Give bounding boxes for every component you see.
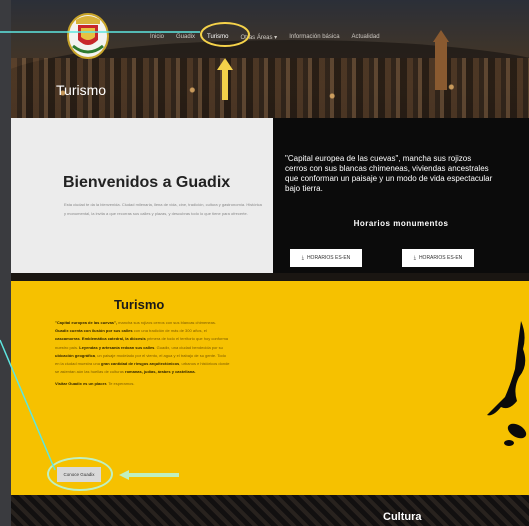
- text-bold: ubicación geográfica: [55, 352, 96, 358]
- welcome-text: Esta ciudad te da la bienvenida. Ciudad …: [64, 202, 262, 216]
- download-icon: ⤓: [301, 255, 304, 261]
- annotation-circle-turismo: [200, 22, 250, 47]
- nav-item-guadix[interactable]: Guadix: [170, 32, 201, 46]
- horarios-button-2-label: HORARIOS ES-EN: [418, 255, 463, 261]
- dropdown-caret-icon: ▾: [274, 35, 278, 41]
- turismo-paragraph-1: "Capital europea de las cuevas", mancha …: [55, 319, 230, 376]
- cultura-pattern: [11, 495, 529, 526]
- annotation-left-arrow-icon: [119, 470, 179, 480]
- welcome-title: Bienvenidos a Guadix: [63, 174, 231, 191]
- text-bold: Guadix cuenta con ilusión por sus calles: [55, 328, 133, 334]
- main-navigation: Inicio Guadix Turismo Otras Áreas ▾ Info…: [144, 32, 386, 46]
- download-icon: ⤓: [413, 255, 416, 261]
- turismo-title: Turismo: [114, 297, 165, 312]
- text-bold: "Capital europea de las cuevas",: [55, 320, 118, 325]
- hero-banner: Inicio Guadix Turismo Otras Áreas ▾ Info…: [11, 0, 529, 118]
- annotation-circle-button: [47, 457, 113, 491]
- cultura-title: Cultura: [383, 511, 422, 523]
- text: Te esperamos.: [107, 381, 135, 387]
- horarios-button-2[interactable]: ⤓ HORARIOS ES-EN: [402, 249, 474, 267]
- text-bold: Leyendas y artesanía redoan sus calles: [79, 344, 155, 350]
- nav-item-inicio[interactable]: Inicio: [144, 32, 170, 46]
- text-bold: romanas, judías, árabes y castellana.: [125, 369, 196, 375]
- text-bold: gran cantidad de riesgos arquitectónicos: [101, 361, 180, 367]
- welcome-section: Bienvenidos a Guadix Esta ciudad te da l…: [11, 118, 529, 273]
- text-bold: Emblemática catedral, la diócesis: [81, 336, 146, 342]
- welcome-panel: Bienvenidos a Guadix Esta ciudad te da l…: [11, 118, 273, 273]
- nav-item-actualidad[interactable]: Actualidad: [346, 32, 386, 46]
- turismo-section: Turismo "Capital europea de las cuevas",…: [11, 281, 529, 495]
- nav-item-informacion-basica[interactable]: Información básica: [283, 32, 345, 46]
- text: mancha sus rojizos cerros con sus blanca…: [117, 320, 216, 325]
- quote-panel: "Capital europea de las cuevas", mancha …: [273, 118, 529, 273]
- turismo-paragraph-2: Visitar Guadix es un placer. Te esperamo…: [55, 380, 230, 388]
- cathedral-tower: [433, 30, 449, 90]
- guadix-coat-of-arms-logo[interactable]: [63, 10, 113, 60]
- webpage-frame: Inicio Guadix Turismo Otras Áreas ▾ Info…: [11, 0, 529, 526]
- text: . Guadix, una ciudad bendecida por su: [154, 344, 223, 350]
- annotation-up-arrow-icon: [217, 58, 233, 100]
- horarios-button-1-label: HORARIOS ES-EN: [306, 255, 351, 261]
- quote-text: "Capital europea de las cuevas", mancha …: [285, 154, 493, 193]
- map-silhouette: [487, 321, 527, 446]
- hero-title: Turismo: [56, 82, 107, 98]
- horarios-title: Horarios monumentos: [353, 219, 449, 228]
- horarios-button-1[interactable]: ⤓ HORARIOS ES-EN: [290, 249, 362, 267]
- text-bold: cascamorras: [55, 336, 80, 342]
- cultura-section: Cultura: [11, 495, 529, 526]
- text: con una tradición de más de 300 años, el: [132, 328, 207, 334]
- text-bold: Visitar Guadix es un placer.: [55, 381, 108, 387]
- turismo-body: "Capital europea de las cuevas", mancha …: [55, 319, 230, 393]
